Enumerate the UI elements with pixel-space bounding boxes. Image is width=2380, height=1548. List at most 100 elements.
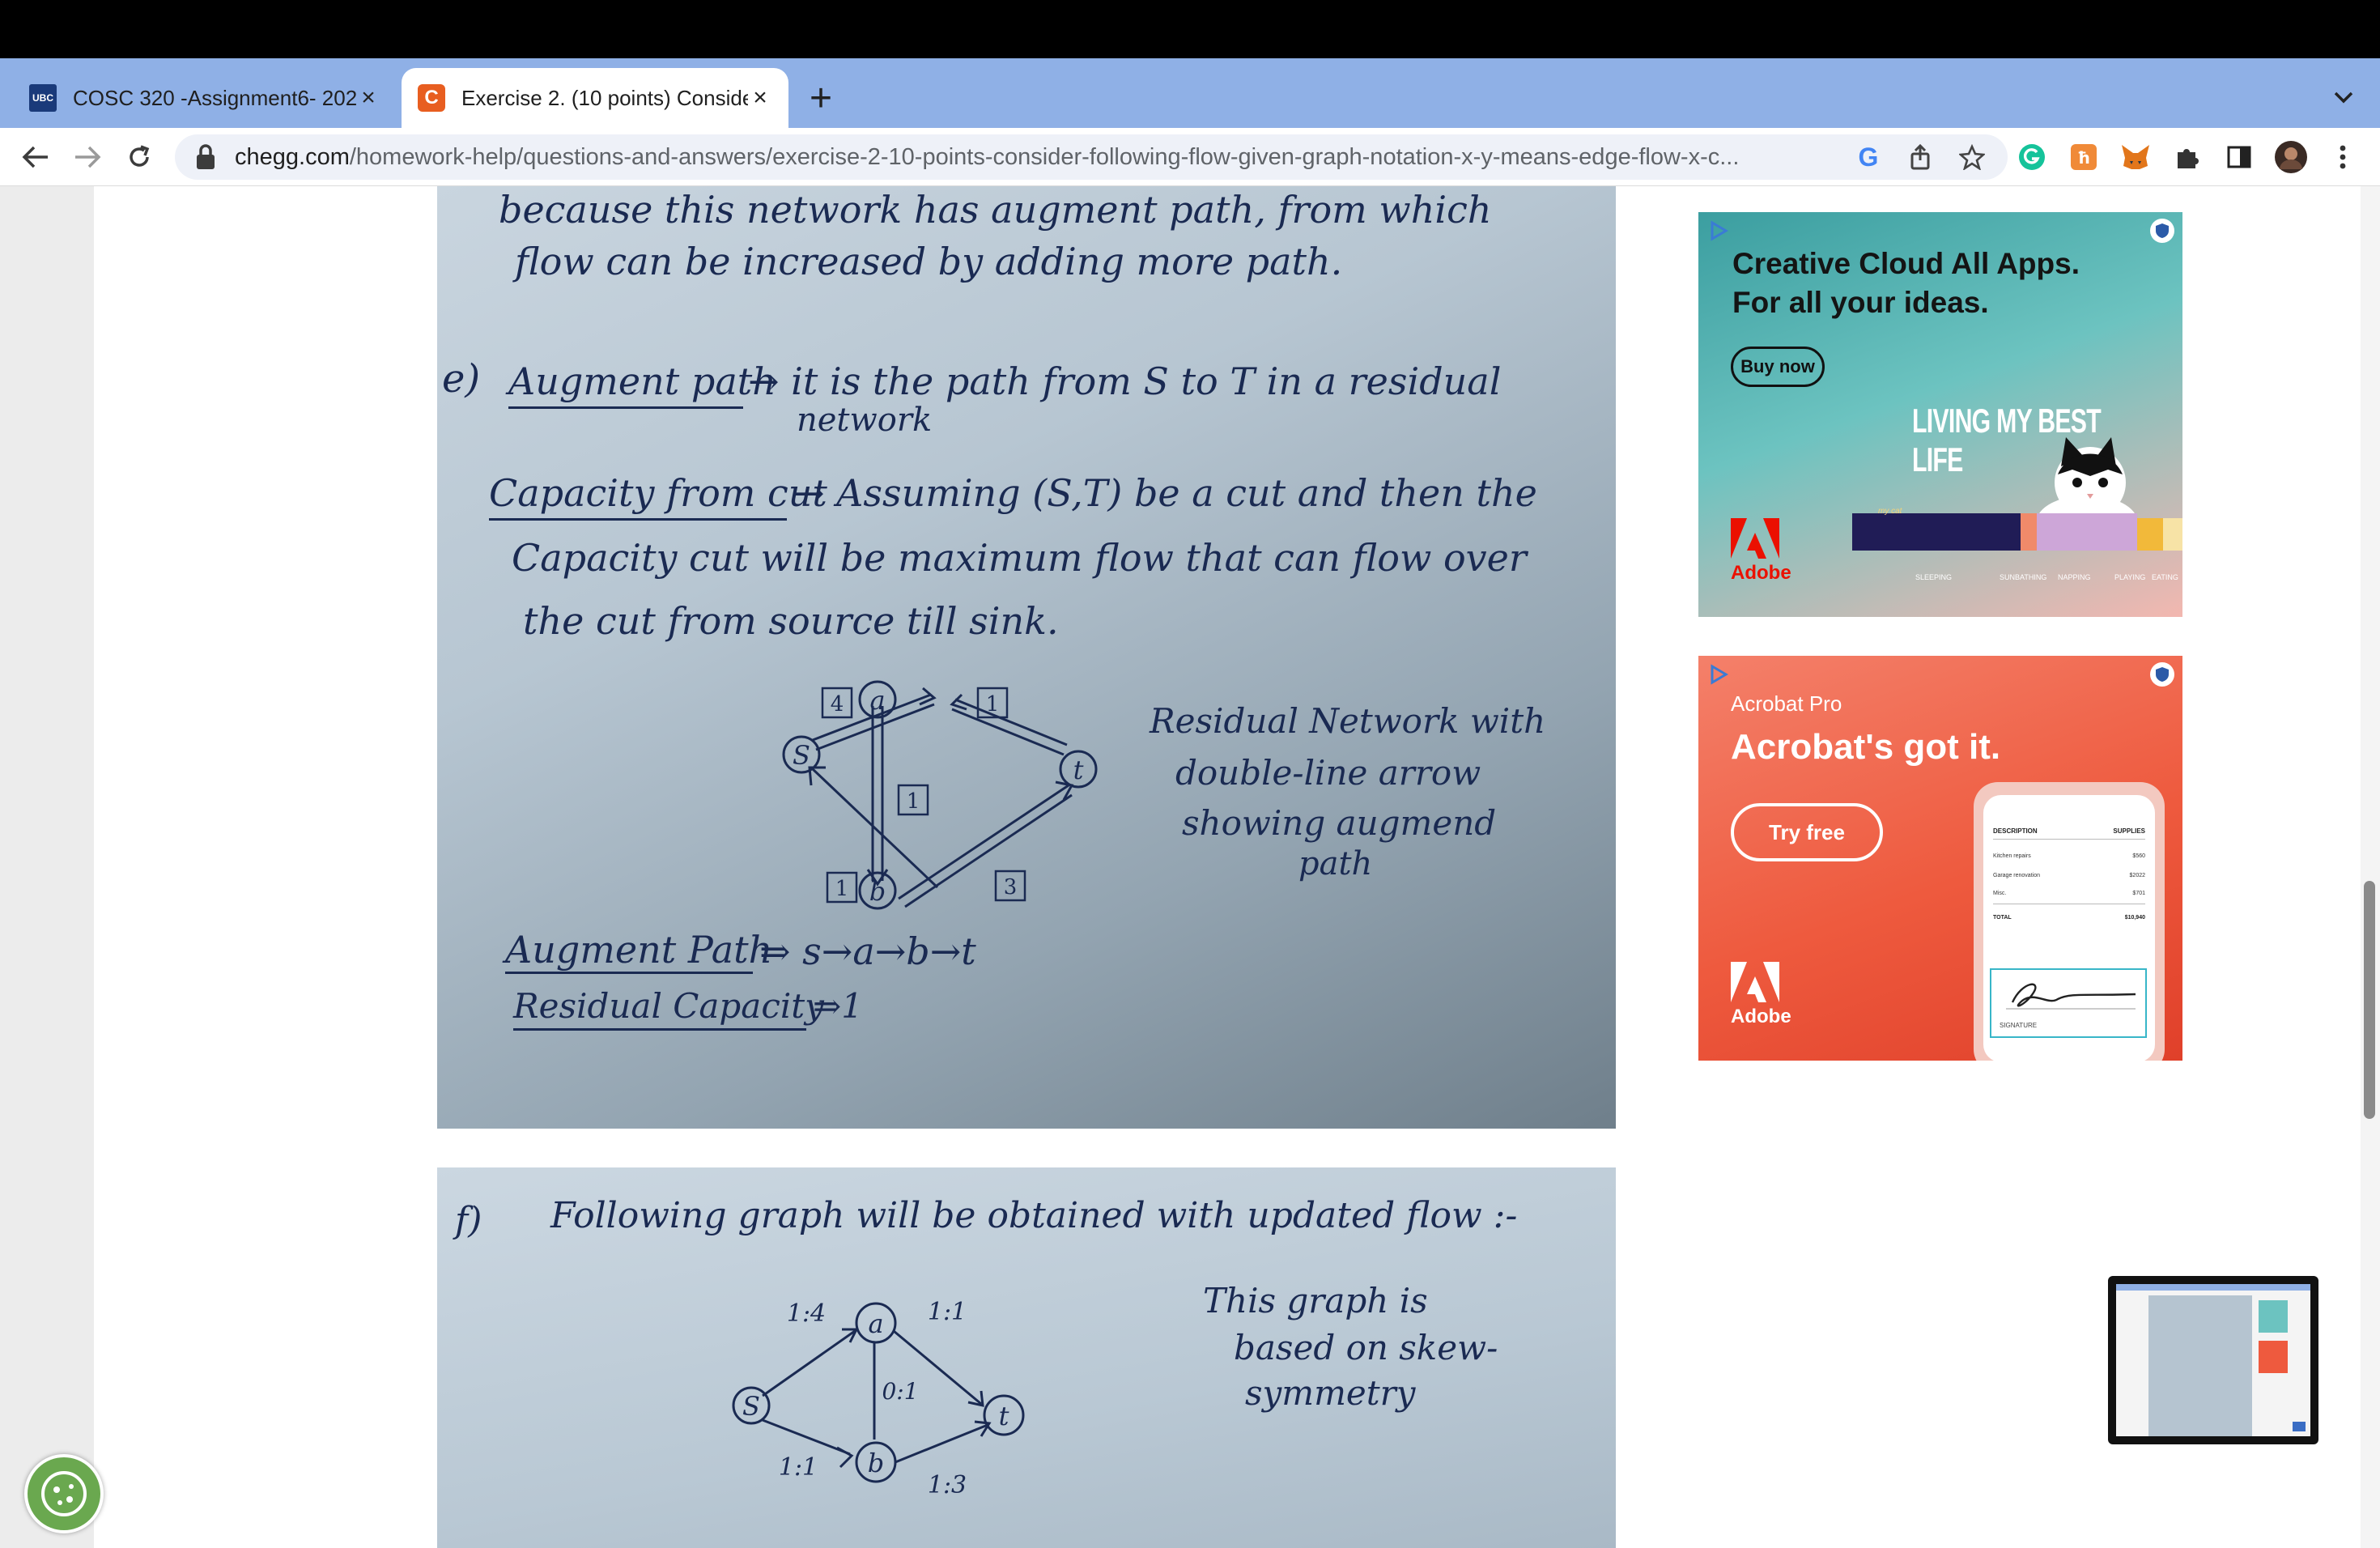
lock-icon[interactable]: [194, 143, 217, 171]
buy-now-button[interactable]: Buy now: [1731, 347, 1825, 387]
chart-bar-napping: [2037, 513, 2137, 551]
creative-cloud-ad[interactable]: Creative Cloud All Apps. For all your id…: [1698, 212, 2182, 617]
address-bar[interactable]: chegg.com/homework-help/questions-and-an…: [175, 134, 2008, 180]
skew-note-line: This graph is: [1203, 1281, 1428, 1320]
capacity-cut-text: Capacity cut will be maximum flow that c…: [512, 536, 1527, 580]
tab-title: Exercise 2. (10 points) Conside: [461, 85, 748, 110]
underline: [513, 1028, 806, 1031]
preview-tabs: [2116, 1284, 2310, 1291]
preview-photo: [2148, 1295, 2252, 1436]
part-e-label: e): [442, 356, 481, 402]
close-tab-icon[interactable]: ×: [356, 84, 380, 112]
share-icon[interactable]: [1904, 141, 1936, 173]
main-column: because this network has augment path, f…: [94, 186, 2361, 1548]
graph2-edge-sb: 1:1: [779, 1453, 818, 1482]
augment-path-label: Augment Path: [505, 928, 773, 972]
augment-path-definition-cont: network: [797, 402, 933, 439]
graph2-edge-sa: 1:4: [787, 1299, 826, 1328]
page-scrollbar[interactable]: [2361, 186, 2380, 1548]
shield-icon[interactable]: [2150, 662, 2174, 687]
graph2-edge-bt: 1:3: [928, 1471, 967, 1499]
forward-arrow-icon[interactable]: [70, 139, 105, 175]
tab-strip: UBC COSC 320 -Assignment6- 202 × C Exerc…: [0, 58, 2380, 128]
bookmark-star-icon[interactable]: [1956, 141, 1988, 173]
sidepanel-icon[interactable]: [2221, 139, 2257, 175]
skew-note-line: based on skew-: [1234, 1328, 1498, 1367]
updated-flow-graph: S a b t 1:4 1:1 0:1 1:1 1:3: [732, 1298, 1025, 1499]
shield-icon[interactable]: [2150, 219, 2174, 243]
try-free-button[interactable]: Try free: [1731, 803, 1883, 861]
page-content: because this network has augment path, f…: [0, 186, 2380, 1548]
google-letter: G: [1858, 142, 1879, 172]
puzzle-icon[interactable]: [2170, 139, 2205, 175]
google-icon[interactable]: G: [1852, 141, 1885, 173]
signature-scribble: [2006, 983, 2136, 1010]
graph1-node-s: S: [793, 740, 810, 771]
acrobat-ad[interactable]: Acrobat Pro Acrobat's got it. Try free A…: [1698, 656, 2182, 1061]
capacity-cut-term: Capacity from cut: [489, 471, 827, 515]
preview-ad: [2259, 1341, 2288, 1373]
tab-cosc320[interactable]: UBC COSC 320 -Assignment6- 202 ×: [11, 68, 398, 128]
svg-text:ħ: ħ: [2077, 148, 2090, 168]
doc-header-left: DESCRIPTION: [1993, 827, 2038, 835]
doc-row-value: $560: [2132, 853, 2145, 859]
underline: [489, 518, 787, 521]
close-tab-icon[interactable]: ×: [748, 84, 772, 112]
graph2-node-a: a: [868, 1308, 883, 1339]
graph1-edge-bt: 3: [1004, 875, 1018, 899]
extension-icon[interactable]: ħ: [2066, 139, 2102, 175]
window-top-bar: [0, 0, 2380, 58]
capacity-cut-text: → Assuming (S,T) be a cut and then the: [793, 471, 1537, 515]
document-preview: DESCRIPTION SUPPLIES Kitchen repairs $56…: [1983, 795, 2155, 1061]
chart-bar-eating: [2163, 518, 2182, 551]
adobe-brand-text: Adobe: [1731, 562, 1791, 584]
residual-note-line: double-line arrow: [1175, 753, 1481, 793]
signature-box: SIGNATURE: [1990, 968, 2147, 1038]
handwritten-line: flow can be increased by adding more pat…: [515, 240, 1343, 283]
chart-label: NAPPING: [2058, 573, 2091, 581]
doc-total-value: $10,940: [2124, 915, 2145, 921]
url-text[interactable]: chegg.com/homework-help/questions-and-an…: [235, 144, 1833, 171]
graph2-node-t: t: [999, 1401, 1009, 1431]
chart-label: SLEEPING: [1915, 573, 1953, 581]
adobe-logo-icon: [1731, 518, 1779, 559]
doc-total-label: TOTAL: [1993, 915, 2012, 921]
handwritten-line: because this network has augment path, f…: [499, 188, 1492, 232]
chart-bar-sunbathing: [2021, 513, 2037, 551]
adchoices-icon[interactable]: [1708, 220, 1729, 241]
augment-path-term: Augment path: [508, 359, 776, 403]
graph1-node-b: b: [869, 876, 886, 907]
doc-row-label: Garage renovation: [1993, 873, 2040, 878]
profile-avatar[interactable]: [2273, 139, 2309, 175]
metamask-icon[interactable]: [2118, 139, 2153, 175]
phone-frame: DESCRIPTION SUPPLIES Kitchen repairs $56…: [1974, 782, 2165, 1061]
new-tab-button[interactable]: +: [810, 78, 832, 120]
chart-label: SUNBATHING: [2000, 573, 2047, 581]
chart-bar-sleeping: [1852, 513, 2021, 551]
menu-kebab-icon[interactable]: [2325, 139, 2361, 175]
doc-row-value: $701: [2132, 891, 2145, 896]
ad-eyebrow: Acrobat Pro: [1731, 691, 1842, 716]
left-margin: [0, 186, 94, 1548]
scrollbar-thumb[interactable]: [2364, 881, 2375, 1119]
doc-header-right: SUPPLIES: [2113, 827, 2145, 835]
doc-row-label: Misc.: [1993, 891, 2007, 896]
solution-photo-1: because this network has augment path, f…: [437, 186, 1616, 1129]
ad-headline: For all your ideas.: [1732, 286, 1989, 319]
back-arrow-icon[interactable]: [18, 139, 53, 175]
cookie-settings-button[interactable]: [24, 1454, 104, 1533]
grammarly-icon[interactable]: [2014, 139, 2050, 175]
browser-toolbar: chegg.com/homework-help/questions-and-an…: [0, 128, 2380, 186]
part-f-label: f): [455, 1200, 482, 1241]
reload-icon[interactable]: [121, 139, 157, 175]
residual-note-line: showing augmend: [1182, 803, 1497, 843]
tab-chegg-exercise[interactable]: C Exercise 2. (10 points) Conside ×: [402, 68, 788, 128]
graph2-node-s: S: [742, 1391, 760, 1422]
tab-search-chevron-icon[interactable]: [2333, 84, 2354, 110]
chart-label: EATING: [2152, 573, 2178, 581]
preview-control: [2293, 1422, 2306, 1431]
residual-capacity-value: ⇒1: [813, 986, 863, 1026]
url-host: chegg.com: [235, 143, 350, 170]
picture-in-picture-preview[interactable]: [2108, 1276, 2318, 1444]
adchoices-icon[interactable]: [1708, 664, 1729, 685]
